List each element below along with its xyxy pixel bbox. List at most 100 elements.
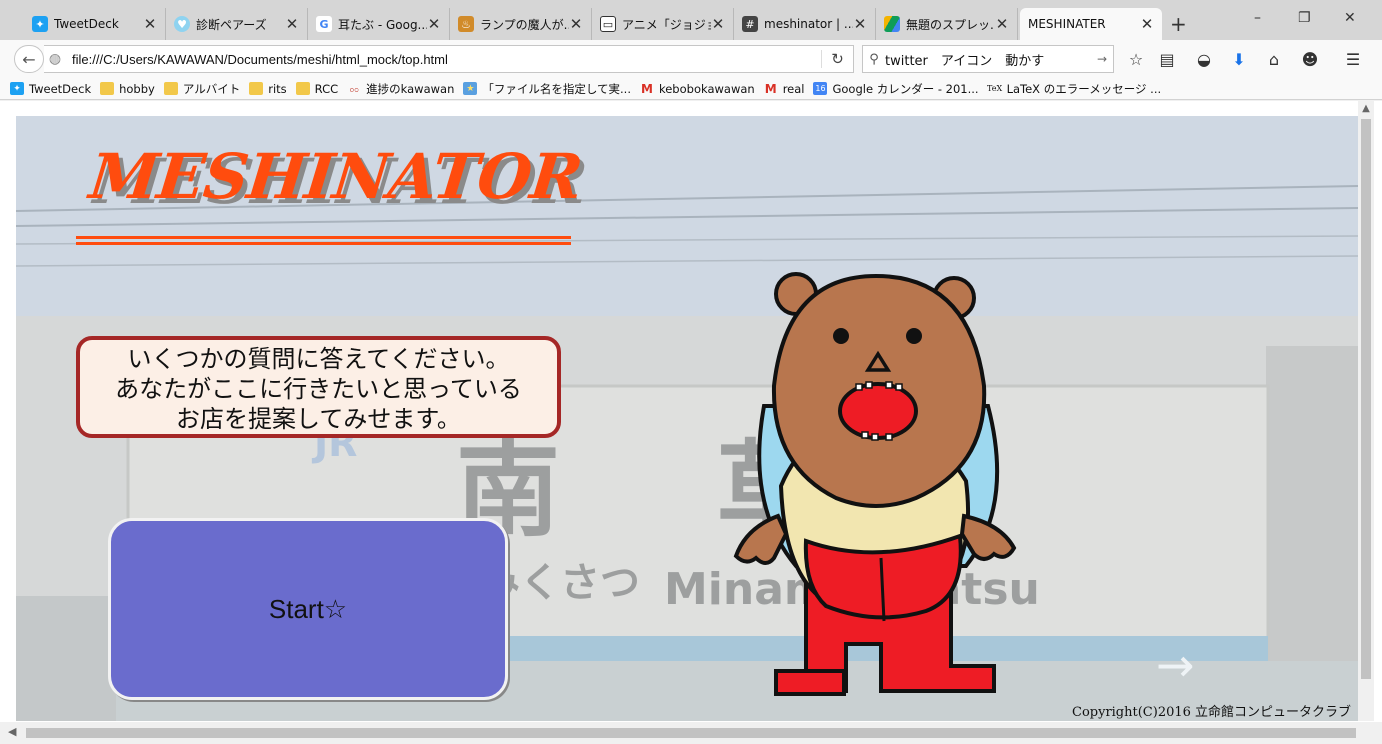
- search-bar[interactable]: ⚲ twitter アイコン 動かす →: [862, 45, 1114, 73]
- copyright-text: Copyright(C)2016 立命館コンピュータクラブ: [1072, 705, 1352, 720]
- close-icon[interactable]: ✕: [285, 15, 299, 33]
- tex-icon: TeX: [987, 84, 1003, 93]
- intro-message-box: いくつかの質問に答えてください。 あなたがここに行きたいと思っている お店を提案…: [76, 336, 561, 438]
- bookmark-arubaito[interactable]: アルバイト: [163, 81, 241, 97]
- tab-google[interactable]: G 耳たぶ - Goog... ✕: [308, 8, 450, 40]
- close-icon[interactable]: ✕: [1140, 15, 1154, 33]
- restore-button[interactable]: ❐: [1298, 10, 1311, 26]
- tab-tweetdeck[interactable]: ✦ TweetDeck ✕: [24, 8, 166, 40]
- close-icon[interactable]: ✕: [569, 15, 583, 33]
- intro-message-line: いくつかの質問に答えてください。: [127, 345, 510, 373]
- tab-lamp[interactable]: ♨ ランプの魔人が... ✕: [450, 8, 592, 40]
- start-button[interactable]: Start☆: [108, 518, 508, 700]
- arrow-right-icon: →: [1156, 638, 1195, 692]
- close-icon[interactable]: ✕: [995, 15, 1009, 33]
- search-input[interactable]: twitter アイコン 動かす: [885, 50, 1091, 69]
- bookmark-label: TweetDeck: [29, 81, 92, 96]
- address-bar[interactable]: ◍ file:///C:/Users/KAWAWAN/Documents/mes…: [44, 45, 854, 73]
- folder-icon: [249, 82, 264, 95]
- chat-icon[interactable]: ☻: [1300, 50, 1320, 69]
- close-icon[interactable]: ✕: [143, 15, 157, 33]
- bookmark-label: Google カレンダー - 201...: [832, 81, 979, 96]
- reload-icon[interactable]: ↻: [821, 50, 853, 68]
- bookmarks-bar: ✦ TweetDeck hobby アルバイト rits RCC ೲ 進捗のkawa…: [0, 78, 1382, 100]
- new-tab-button[interactable]: +: [1170, 12, 1187, 36]
- arrow-left-icon: ←: [22, 49, 36, 69]
- meshinator-page: JR 南 草 みなみくさつ Minamikusatsu → MESHINATOR…: [16, 116, 1358, 721]
- scroll-left-icon[interactable]: ◀: [8, 725, 16, 738]
- tv-icon: ▭: [600, 16, 616, 32]
- bookmark-tweetdeck[interactable]: ✦ TweetDeck: [10, 82, 91, 96]
- tab-title: 耳たぶ - Goog...: [338, 17, 427, 32]
- url-input[interactable]: file:///C:/Users/KAWAWAN/Documents/meshi…: [66, 52, 821, 67]
- heart-icon: ♥: [174, 16, 190, 32]
- logo-underline: [76, 242, 571, 245]
- bookmark-calendar[interactable]: 16 Google カレンダー - 201...: [813, 81, 979, 97]
- bookmark-rcc[interactable]: RCC: [295, 81, 339, 96]
- bookmark-label: rits: [268, 81, 287, 96]
- bookmark-latex[interactable]: TeX LaTeX のエラーメッセージ ...: [987, 81, 1162, 97]
- tab-meshinater[interactable]: MESHINATER ✕: [1020, 8, 1162, 40]
- intro-message-line: お店を提案してみせます。: [176, 405, 461, 433]
- back-button[interactable]: ←: [14, 45, 44, 73]
- bookmark-label: real: [782, 81, 805, 96]
- tab-title: MESHINATER: [1028, 17, 1106, 31]
- tab-shindan[interactable]: ♥ 診断ペアーズ ✕: [166, 8, 308, 40]
- close-icon[interactable]: ✕: [427, 15, 441, 33]
- bookmark-label: 「ファイル名を指定して実...: [482, 81, 631, 96]
- logo-underline: [76, 236, 571, 239]
- lamp-icon: ♨: [458, 16, 474, 32]
- intro-message-line: あなたがここに行きたいと思っている: [115, 375, 522, 403]
- tab-title: アニメ「ジョジョ...: [622, 17, 711, 32]
- scrollbar-thumb[interactable]: [1361, 119, 1371, 679]
- tweetdeck-icon: ✦: [32, 16, 48, 32]
- tab-strip: ✦ TweetDeck ✕ ♥ 診断ペアーズ ✕ G 耳たぶ - Goog...…: [0, 0, 1382, 40]
- bookmark-gmail-2[interactable]: Mreal: [764, 82, 805, 96]
- calendar-icon: 16: [813, 82, 828, 95]
- mascot-icon: ೲ: [349, 81, 359, 95]
- gmail-icon: M: [641, 81, 653, 96]
- bookmark-label: RCC: [314, 81, 339, 96]
- clipboard-icon[interactable]: ▤: [1157, 50, 1177, 69]
- arrow-right-icon[interactable]: →: [1091, 52, 1113, 66]
- menu-icon[interactable]: ☰: [1343, 50, 1363, 69]
- window-close-button[interactable]: ✕: [1344, 10, 1356, 26]
- page-viewport: JR 南 草 みなみくさつ Minamikusatsu → MESHINATOR…: [0, 101, 1382, 744]
- bookmark-label: hobby: [119, 81, 155, 96]
- bookmark-star-icon[interactable]: ☆: [1126, 50, 1146, 69]
- google-icon: G: [316, 16, 332, 32]
- tab-title: 診断ペアーズ: [196, 17, 267, 32]
- bookmark-gmail-1[interactable]: Mkebobokawawan: [640, 82, 755, 96]
- star-icon: ★: [463, 82, 478, 95]
- bookmark-label: アルバイト: [182, 81, 241, 96]
- bookmark-rits[interactable]: rits: [249, 81, 287, 96]
- tab-spreadsheet[interactable]: 無題のスプレッ... ✕: [876, 8, 1018, 40]
- bookmark-kawawan[interactable]: ೲ 進捗のkawawan: [347, 81, 454, 97]
- bookmark-label: 進捗のkawawan: [366, 81, 455, 96]
- search-icon: ⚲: [869, 51, 879, 67]
- tab-meshinator-slack[interactable]: # meshinator | ... ✕: [734, 8, 876, 40]
- folder-icon: [100, 82, 115, 95]
- vertical-scrollbar[interactable]: ▲: [1358, 101, 1374, 721]
- home-icon[interactable]: ⌂: [1264, 50, 1284, 69]
- horizontal-scrollbar[interactable]: ◀: [0, 722, 1382, 744]
- bookmark-label: kebobokawawan: [658, 81, 755, 96]
- scrollbar-thumb[interactable]: [26, 728, 1356, 738]
- folder-icon: [163, 82, 178, 95]
- bookmark-label: LaTeX のエラーメッセージ ...: [1006, 81, 1162, 96]
- close-icon[interactable]: ✕: [711, 15, 725, 33]
- minimize-button[interactable]: –: [1254, 10, 1261, 26]
- tab-anime[interactable]: ▭ アニメ「ジョジョ... ✕: [592, 8, 734, 40]
- bookmark-run-file[interactable]: ★ 「ファイル名を指定して実...: [463, 81, 631, 97]
- navigation-bar: ← ◍ file:///C:/Users/KAWAWAN/Documents/m…: [0, 40, 1382, 78]
- slack-icon: #: [742, 16, 758, 32]
- gmail-icon: M: [764, 81, 777, 96]
- pocket-icon[interactable]: ◒: [1194, 50, 1214, 69]
- tab-title: TweetDeck: [54, 17, 119, 31]
- download-icon[interactable]: ⬇: [1229, 50, 1249, 69]
- drive-icon: [884, 16, 900, 32]
- meshinator-logo: MESHINATOR: [86, 140, 586, 213]
- close-icon[interactable]: ✕: [853, 15, 867, 33]
- bookmark-hobby[interactable]: hobby: [100, 82, 155, 96]
- scroll-up-icon[interactable]: ▲: [1358, 103, 1374, 114]
